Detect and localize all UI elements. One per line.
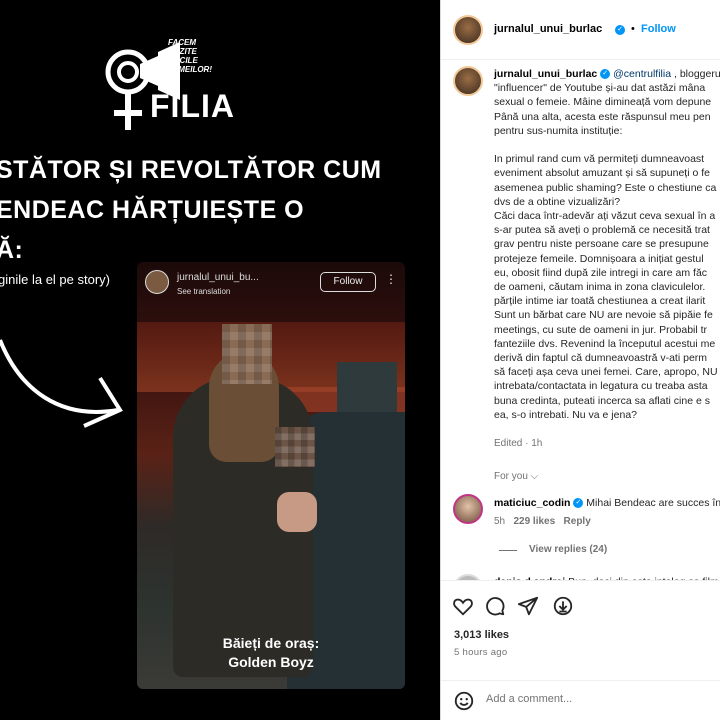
avatar[interactable] [453, 494, 483, 524]
story-username: jurnalul_unui_bu... [177, 272, 259, 283]
post-timestamp[interactable]: 5 hours ago [454, 647, 507, 658]
header-username[interactable]: jurnalul_unui_burlac [494, 23, 602, 35]
comment-text: Mihai Bendeac are succes în [586, 497, 720, 509]
share-icon[interactable] [517, 595, 539, 617]
edited-timestamp: Edited · 1h [494, 438, 543, 449]
avatar[interactable] [453, 66, 483, 96]
verified-badge-icon: ✓ [573, 498, 584, 509]
for-you-dropdown[interactable]: For you ⌵ [494, 471, 538, 482]
story-caption: Băieți de oraș: Golden Boyz [222, 635, 320, 670]
comment-likes[interactable]: 229 likes [513, 516, 555, 527]
post-subcaption: ginile la el pe story) [0, 272, 110, 287]
caption-username[interactable]: jurnalul_unui_burlac [494, 68, 597, 80]
comment-time: 5h [494, 516, 506, 527]
mention-link[interactable]: @centrulfilia [613, 68, 671, 80]
blurred-face [222, 324, 272, 384]
save-icon[interactable] [552, 595, 574, 617]
more-options-icon: ⋮ [385, 272, 397, 286]
story-screenshot: jurnalul_unui_bu... See translation Foll… [137, 262, 405, 689]
likes-count[interactable]: 3,013 likes [454, 629, 509, 641]
reply-button[interactable]: Reply [564, 516, 591, 527]
story-follow-button: Follow [320, 272, 376, 292]
comment: maticiuc_codin ✓ Mihai Bendeac are succe… [494, 497, 720, 509]
verified-badge-icon: ✓ [600, 69, 611, 80]
avatar [145, 270, 169, 294]
blurred-face [275, 427, 315, 467]
caption-body: , bloggeru "influencer" de Youtube și-au… [494, 68, 720, 421]
comment-meta: 5h 229 likes Reply [494, 516, 591, 527]
view-replies-button[interactable]: View replies (24) [529, 544, 607, 555]
curved-arrow-icon [0, 339, 123, 428]
post-caption: jurnalul_unui_burlac ✓ @centrulfilia , b… [494, 67, 720, 422]
story-header: jurnalul_unui_bu... See translation Foll… [145, 270, 397, 300]
comment-input[interactable]: Add a comment... [486, 693, 572, 705]
post-side-panel: jurnalul_unui_burlac ✓ • Follow jurnalul… [440, 0, 720, 720]
post-headline: STĂTOR ȘI REVOLTĂTOR CUM ENDEAC HĂRȚUIEȘ… [0, 156, 382, 264]
verified-badge-icon: ✓ [615, 25, 625, 35]
comment-icon[interactable] [484, 595, 506, 617]
comment-username[interactable]: maticiuc_codin [494, 497, 570, 509]
avatar[interactable] [453, 15, 483, 45]
filia-tagline: FACEM AUZITE VOCILE FEMEILOR! [168, 38, 212, 74]
separator-dot: • [631, 23, 635, 35]
filia-brand: FILIA [150, 88, 235, 124]
story-see-translation: See translation [177, 287, 231, 296]
emoji-icon[interactable] [453, 690, 475, 712]
add-comment-bar: Add a comment... [441, 680, 720, 721]
post-image[interactable]: FACEM AUZITE VOCILE FEMEILOR! FILIA STĂT… [0, 0, 440, 720]
heart-icon[interactable] [452, 595, 474, 617]
follow-button[interactable]: Follow [641, 23, 676, 35]
post-header: jurnalul_unui_burlac ✓ • Follow [441, 0, 720, 60]
